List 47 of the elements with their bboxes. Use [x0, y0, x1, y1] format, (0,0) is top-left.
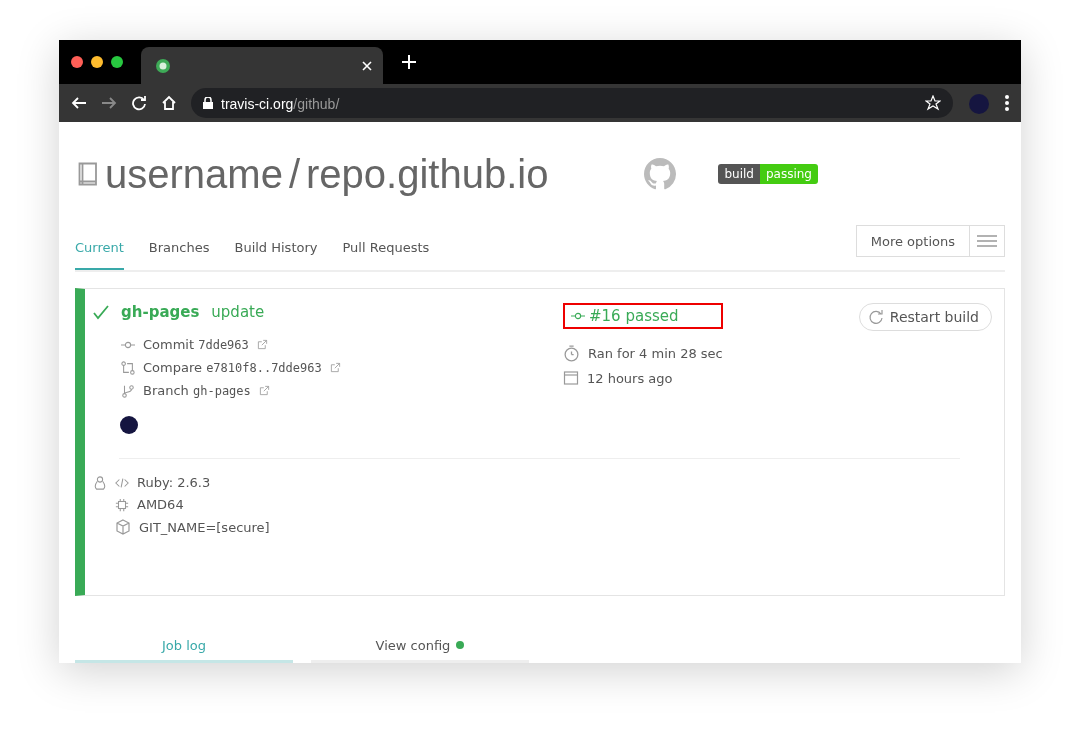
repo-name[interactable]: repo.github.io: [306, 151, 549, 197]
build-meta-text: 12 hours ago: [587, 370, 673, 386]
url-host: travis-ci.org: [221, 95, 294, 112]
build-status-badge[interactable]: build passing: [718, 164, 818, 184]
calendar-icon: [563, 370, 579, 386]
ref-link[interactable]: Compare e7810f8..7dde963: [143, 360, 322, 375]
compare-icon: [121, 360, 135, 375]
external-link-icon: [258, 385, 270, 396]
close-window-button[interactable]: [71, 56, 83, 69]
home-icon: [161, 95, 177, 112]
lock-icon: [203, 97, 213, 110]
commit-message: update: [211, 303, 265, 321]
path-separator: /: [288, 151, 300, 197]
badge-status: passing: [759, 164, 818, 184]
status-dot: [456, 641, 465, 649]
job-config-text: AMD64: [137, 497, 184, 512]
chip-icon: [115, 497, 129, 512]
maximize-window-button[interactable]: [111, 56, 123, 69]
nav-tab[interactable]: Build History: [234, 226, 318, 270]
minimize-window-button[interactable]: [91, 56, 103, 69]
nav-tab[interactable]: Pull Requests: [342, 226, 430, 270]
ref-link[interactable]: Branch gh-pages: [143, 383, 251, 398]
cube-icon: [115, 519, 131, 535]
menu-icon[interactable]: [1005, 95, 1009, 112]
close-icon[interactable]: [361, 59, 373, 72]
url-path: /github/: [293, 95, 340, 112]
job-config-text: Ruby: 2.6.3: [137, 475, 211, 490]
badge-label: build: [718, 164, 760, 184]
nav-tab[interactable]: Branches: [148, 226, 210, 270]
address-bar[interactable]: travis-ci.org/github/: [191, 88, 953, 119]
stopwatch-icon: [563, 345, 580, 362]
build-meta-text: Ran for 4 min 28 sec: [588, 346, 723, 361]
star-icon: [925, 95, 941, 112]
job-config-text: GIT_NAME=[secure]: [139, 519, 270, 535]
plus-icon[interactable]: [401, 54, 417, 71]
check-icon: [93, 304, 109, 320]
external-link-icon: [256, 339, 268, 350]
branch-icon: [121, 383, 135, 398]
ref-link[interactable]: Commit 7dde963: [143, 337, 249, 352]
repo-owner[interactable]: username: [105, 151, 283, 197]
menu-icon: [977, 234, 997, 248]
reload-icon: [131, 95, 147, 112]
site-favicon-icon: [155, 57, 171, 74]
restart-icon: [867, 309, 884, 325]
external-link-icon: [329, 362, 341, 373]
avatar-icon: [119, 414, 139, 434]
job-tab[interactable]: View config: [311, 630, 529, 663]
